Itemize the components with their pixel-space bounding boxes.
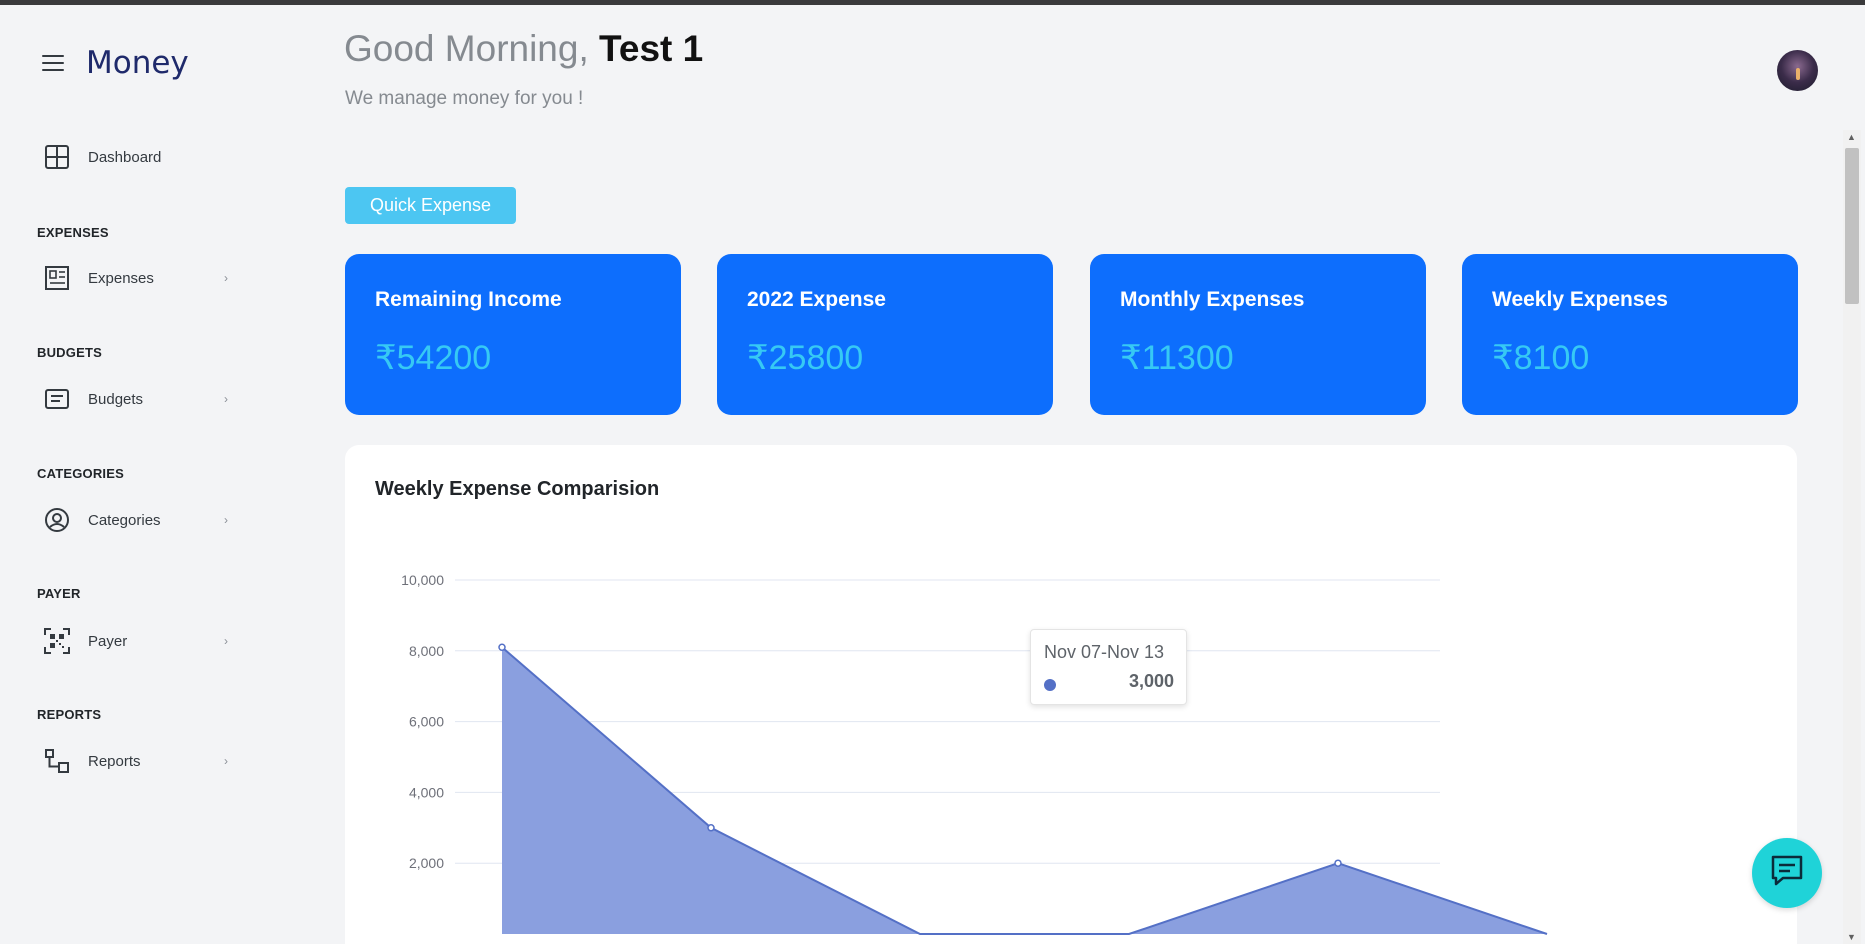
- y-tick-label: 8,000: [409, 643, 444, 659]
- sidebar-item-label: Expenses: [88, 269, 154, 287]
- chevron-right-icon: ›: [224, 271, 228, 285]
- chevron-right-icon: ›: [224, 754, 228, 768]
- sidebar-item-categories[interactable]: Categories ›: [42, 500, 242, 540]
- y-tick-label: 2,000: [409, 855, 444, 871]
- stat-card-title: Weekly Expenses: [1492, 288, 1668, 311]
- stat-card-title: Monthly Expenses: [1120, 288, 1305, 311]
- y-tick-label: 6,000: [409, 714, 444, 730]
- dashboard-grid-icon: [42, 142, 72, 172]
- brand: Money: [42, 45, 189, 81]
- data-point: [498, 643, 506, 652]
- data-point: [1334, 859, 1342, 867]
- brand-name: Money: [86, 45, 189, 81]
- stat-card-value: ₹11300: [1120, 339, 1234, 377]
- quick-expense-button[interactable]: Quick Expense: [345, 187, 516, 224]
- stat-card-value: ₹54200: [375, 339, 492, 377]
- sidebar: Money Dashboard EXPENSES Expenses › BUDG…: [0, 5, 300, 944]
- stat-card-value: ₹8100: [1492, 339, 1590, 377]
- scroll-down-arrow-icon[interactable]: ▼: [1847, 932, 1856, 942]
- page-scrollbar[interactable]: ▲ ▼: [1843, 130, 1861, 944]
- qr-code-icon: [42, 626, 72, 656]
- sidebar-item-expenses[interactable]: Expenses ›: [42, 258, 242, 298]
- stat-card-value: ₹25800: [747, 339, 864, 377]
- chat-icon: [1769, 854, 1805, 893]
- y-tick-label: 10,000: [401, 572, 444, 588]
- stat-card-monthly-expenses: Monthly Expenses ₹11300: [1090, 254, 1426, 415]
- stat-card-title: Remaining Income: [375, 288, 562, 311]
- hamburger-icon[interactable]: [42, 55, 64, 71]
- sidebar-item-budgets[interactable]: Budgets ›: [42, 379, 242, 419]
- page-greeting: Good Morning, Test 1: [344, 28, 703, 70]
- scroll-up-arrow-icon[interactable]: ▲: [1847, 132, 1856, 142]
- page-subtitle: We manage money for you !: [345, 88, 584, 109]
- greeting-text: Good Morning,: [344, 28, 589, 69]
- data-point: [707, 824, 715, 832]
- chevron-right-icon: ›: [224, 392, 228, 406]
- section-title-reports: REPORTS: [37, 707, 102, 722]
- user-name: Test 1: [599, 28, 704, 69]
- user-avatar[interactable]: [1777, 50, 1818, 91]
- sidebar-item-label: Reports: [88, 752, 141, 770]
- chevron-right-icon: ›: [224, 513, 228, 527]
- series-area: [502, 647, 1547, 934]
- tooltip-title: Nov 07-Nov 13: [1044, 642, 1165, 662]
- chart-title: Weekly Expense Comparision: [375, 478, 660, 500]
- reports-icon: [42, 746, 72, 776]
- expenses-icon: [42, 263, 72, 293]
- tooltip-value: 3,000: [1128, 671, 1174, 691]
- sidebar-item-dashboard[interactable]: Dashboard: [42, 137, 242, 177]
- sidebar-item-payer[interactable]: Payer ›: [42, 621, 242, 661]
- sidebar-item-label: Payer: [88, 632, 128, 650]
- section-title-expenses: EXPENSES: [37, 225, 109, 240]
- scrollbar-thumb[interactable]: [1845, 148, 1859, 304]
- sidebar-item-label: Categories: [88, 511, 161, 529]
- sidebar-item-label: Budgets: [88, 390, 144, 408]
- stat-card-remaining-income: Remaining Income ₹54200: [345, 254, 681, 415]
- y-tick-label: 4,000: [409, 784, 444, 800]
- section-title-payer: PAYER: [37, 586, 81, 601]
- section-title-budgets: BUDGETS: [37, 345, 102, 360]
- stat-card-title: 2022 Expense: [747, 288, 886, 311]
- budgets-icon: [42, 384, 72, 414]
- weekly-expense-chart-panel: 10,000 8,000 6,000 4,000 2,000 Weekly Expens…: [345, 445, 1797, 944]
- user-circle-icon: [42, 505, 72, 535]
- chevron-right-icon: ›: [224, 634, 228, 648]
- tooltip-series-dot: [1044, 679, 1056, 691]
- stat-card-weekly-expenses: Weekly Expenses ₹8100: [1462, 254, 1798, 415]
- sidebar-item-label: Dashboard: [88, 148, 162, 166]
- chart-tooltip: Nov 07-Nov 13 3,000: [1030, 629, 1187, 705]
- chat-button[interactable]: [1752, 838, 1822, 908]
- section-title-categories: CATEGORIES: [37, 466, 124, 481]
- stat-card-year-expense: 2022 Expense ₹25800: [717, 254, 1053, 415]
- sidebar-item-reports[interactable]: Reports ›: [42, 741, 242, 781]
